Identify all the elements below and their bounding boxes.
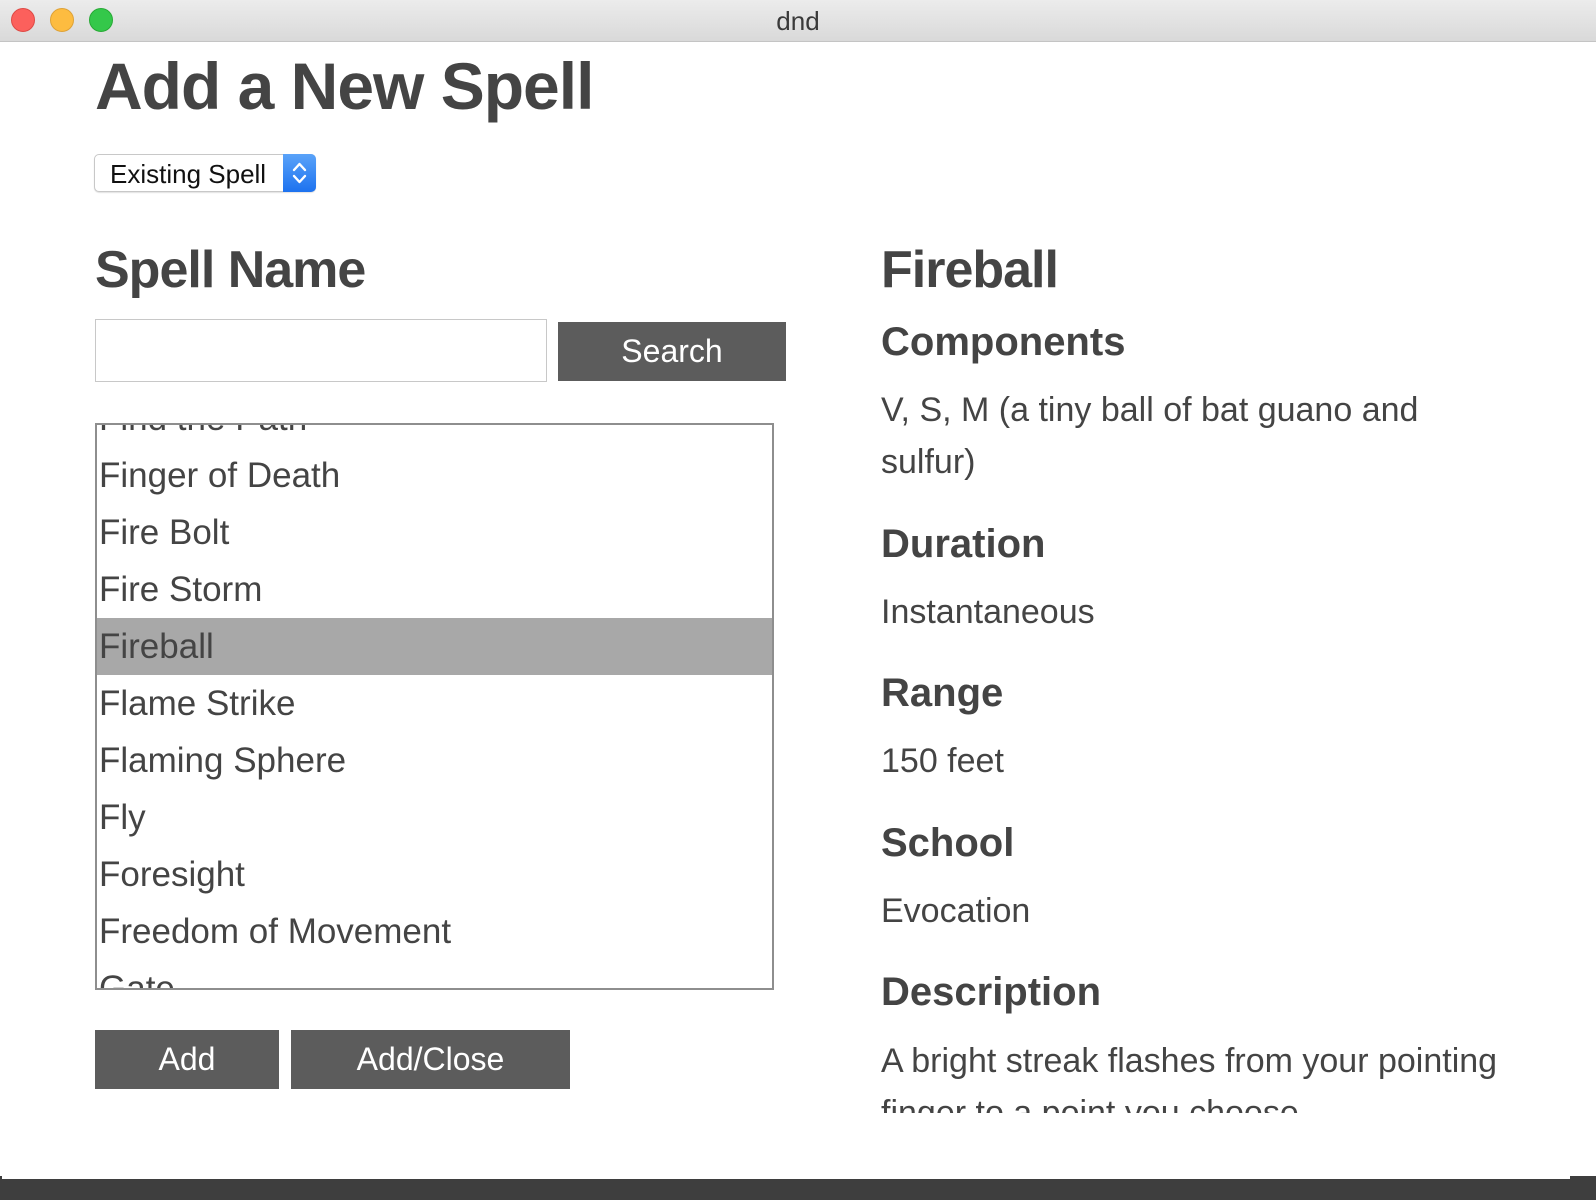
window-bottom-edge xyxy=(0,1176,1596,1200)
duration-heading: Duration xyxy=(881,522,1046,566)
add-button[interactable]: Add xyxy=(95,1030,279,1089)
school-heading: School xyxy=(881,821,1015,865)
spell-list-item[interactable]: Finger of Death xyxy=(97,447,772,504)
chevron-updown-icon xyxy=(283,154,316,192)
components-heading: Components xyxy=(881,320,1126,364)
spell-list-item[interactable]: Find the Path xyxy=(97,425,772,447)
spell-list-item[interactable]: Foresight xyxy=(97,846,772,903)
spell-list-item[interactable]: Flame Strike xyxy=(97,675,772,732)
spell-name-input[interactable] xyxy=(95,319,547,382)
add-close-button[interactable]: Add/Close xyxy=(291,1030,570,1089)
spell-name-heading: Spell Name xyxy=(95,241,366,299)
spell-list-item[interactable]: Freedom of Movement xyxy=(97,903,772,960)
spell-source-select[interactable]: Existing Spell xyxy=(94,154,316,192)
window-title: dnd xyxy=(776,6,820,36)
spell-list-item[interactable]: Flaming Sphere xyxy=(97,732,772,789)
app-window: dnd Add a New Spell Existing Spell Spell… xyxy=(0,0,1596,1200)
spell-detail-title: Fireball xyxy=(881,241,1059,299)
page-title: Add a New Spell xyxy=(95,49,594,123)
spell-source-select-value: Existing Spell xyxy=(110,159,267,189)
spell-list-item[interactable]: Gate xyxy=(97,960,772,988)
description-scroll[interactable]: A bright streak flashes from your pointi… xyxy=(881,1035,1521,1113)
range-value: 150 feet xyxy=(881,742,1004,780)
search-button[interactable]: Search xyxy=(558,322,786,381)
spell-list-item[interactable]: Fireball xyxy=(97,618,772,675)
description-value: A bright streak flashes from your pointi… xyxy=(881,1042,1498,1113)
description-heading: Description xyxy=(881,970,1102,1014)
spell-list[interactable]: Find the PathFinger of DeathFire BoltFir… xyxy=(95,423,774,990)
spell-list-item[interactable]: Fire Bolt xyxy=(97,504,772,561)
spell-list-item[interactable]: Fire Storm xyxy=(97,561,772,618)
duration-value: Instantaneous xyxy=(881,593,1095,631)
title-bar[interactable]: dnd xyxy=(0,0,1596,42)
spell-list-item[interactable]: Fly xyxy=(97,789,772,846)
spell-list-items: Find the PathFinger of DeathFire BoltFir… xyxy=(97,425,772,988)
school-value: Evocation xyxy=(881,892,1031,930)
components-value: V, S, M (a tiny ball of bat guano and su… xyxy=(881,391,1419,481)
range-heading: Range xyxy=(881,671,1004,715)
